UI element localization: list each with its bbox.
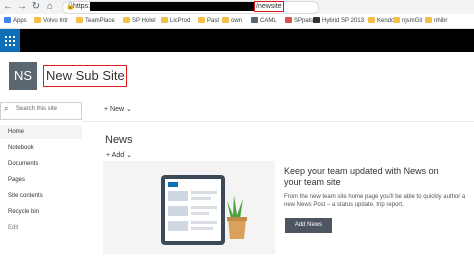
bookmark-item[interactable]: Apps: [4, 15, 27, 27]
nav-item-site-contents[interactable]: Site contents: [0, 189, 82, 203]
nav-item-recycle-bin[interactable]: Recycle bin: [0, 205, 82, 219]
search-icon: ⌕: [4, 104, 9, 113]
add-label: Add: [111, 152, 125, 159]
folder-icon: [222, 17, 229, 23]
new-button[interactable]: + New ⌄: [104, 105, 132, 113]
bookmark-label: Apps: [13, 18, 27, 24]
bookmark-item[interactable]: Hybrid SP 2013: [313, 15, 364, 27]
folder-icon: [313, 17, 320, 23]
folder-icon: [198, 17, 205, 23]
new-label: New: [110, 106, 125, 113]
chevron-down-icon: ⌄: [126, 106, 132, 113]
site-logo[interactable]: NS: [9, 62, 37, 90]
plus-icon: +: [106, 152, 111, 159]
bookmark-label: nhibr: [434, 18, 448, 24]
site-title[interactable]: New Sub Site: [46, 68, 125, 84]
app-launcher-icon[interactable]: [0, 29, 20, 52]
bookmark-label: own: [231, 18, 243, 24]
news-promo-body: From the new team site home page you'll …: [284, 194, 466, 208]
nav-item-documents[interactable]: Documents: [0, 157, 82, 171]
tablet-plant-illustration: [103, 161, 275, 254]
command-bar-divider: [83, 121, 474, 122]
forward-icon[interactable]: →: [17, 2, 27, 12]
bookmark-item[interactable]: LicProd: [161, 15, 190, 27]
url-path-highlight: /newsite: [254, 1, 284, 12]
bookmark-item[interactable]: Past: [198, 15, 219, 27]
bookmark-label: TeamPlace: [85, 18, 115, 24]
back-icon[interactable]: ←: [3, 2, 13, 12]
bookmark-label: SPpals: [294, 18, 314, 24]
home-icon[interactable]: ⌂: [45, 2, 55, 12]
reload-icon[interactable]: ↻: [31, 2, 41, 12]
bookmark-item[interactable]: njsmGit: [393, 15, 422, 27]
bookmark-item[interactable]: Volvo Intr: [34, 15, 68, 27]
bookmark-label: Volvo Intr: [43, 18, 69, 24]
folder-icon: [368, 17, 375, 23]
news-promo-heading: Keep your team updated with News on your…: [284, 166, 439, 187]
plus-icon: +: [104, 106, 109, 113]
nav-item-edit[interactable]: Edit: [0, 221, 82, 235]
bookmark-item[interactable]: TeamPlace: [76, 15, 115, 27]
bookmark-label: SP Hotel: [132, 18, 156, 24]
bookmark-label: Hybrid SP 2013: [322, 18, 364, 24]
folder-icon: [123, 17, 130, 23]
nav-item-notebook[interactable]: Notebook: [0, 141, 82, 155]
bookmark-item[interactable]: nhibr: [425, 15, 447, 27]
folder-icon: [251, 17, 258, 23]
folder-icon: [393, 17, 400, 23]
url-redaction: [90, 2, 254, 11]
folder-icon: [161, 17, 168, 23]
bookmark-item[interactable]: SP Hotel: [123, 15, 156, 27]
nav-item-pages[interactable]: Pages: [0, 173, 82, 187]
bookmark-item[interactable]: Kendo: [368, 15, 394, 27]
bookmark-item[interactable]: SPpals: [285, 15, 313, 27]
folder-icon: [285, 17, 292, 23]
folder-icon: [34, 17, 41, 23]
bookmark-item[interactable]: own: [222, 15, 242, 27]
apps-icon: [4, 17, 11, 23]
bookmark-label: njsmGit: [402, 18, 423, 24]
bookmark-label: LicProd: [170, 18, 191, 24]
nav-item-home[interactable]: Home: [0, 125, 82, 139]
folder-icon: [425, 17, 432, 23]
news-section-title: News: [105, 134, 133, 146]
news-illustration: [103, 161, 275, 254]
bookmark-item[interactable]: CAML: [251, 15, 277, 27]
add-news-button[interactable]: Add News: [285, 218, 332, 233]
bookmark-label: Past: [207, 18, 220, 24]
news-add-button[interactable]: + Add ⌄: [106, 151, 132, 159]
bookmark-label: CAML: [260, 18, 277, 24]
folder-icon: [76, 17, 83, 23]
bookmark-label: Kendo: [377, 18, 395, 24]
suite-bar: [0, 29, 474, 52]
chevron-down-icon: ⌄: [126, 152, 132, 159]
search-placeholder: Search this site: [16, 106, 58, 112]
